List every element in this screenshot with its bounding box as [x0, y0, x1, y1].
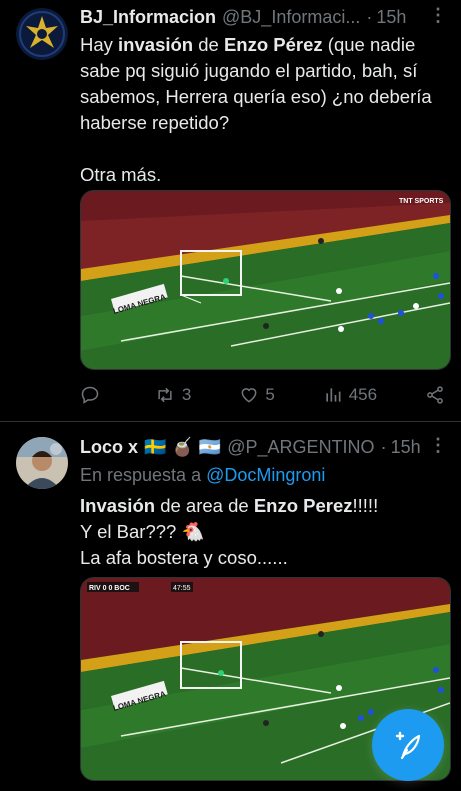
separator: · [380, 436, 387, 457]
avatar[interactable] [16, 8, 68, 60]
share-icon [427, 386, 443, 404]
timestamp[interactable]: 15h [376, 7, 406, 28]
tweet-media-image[interactable]: LOMA NEGRA TNT SPORTS [80, 190, 451, 370]
tweet-text: Hay invasión de Enzo Pérez (que nadie sa… [80, 32, 445, 188]
tweet-text-line3: La afa bostera y coso...... [80, 547, 288, 568]
tweet-text-line2: Otra más. [80, 164, 162, 185]
retweet-button[interactable]: 3 [154, 385, 191, 405]
reply-icon [81, 386, 99, 404]
views-icon [326, 388, 341, 402]
svg-text:47:55: 47:55 [173, 585, 191, 592]
handle[interactable]: @P_ARGENTINO [227, 437, 374, 458]
retweet-icon [158, 387, 172, 403]
tweet-1[interactable]: BJ_Informacion @BJ_Informaci... · 15h ⋮ … [0, 0, 461, 421]
more-options-icon[interactable]: ⋮ [429, 5, 447, 26]
timestamp[interactable]: 15h [391, 437, 421, 458]
tweet-text-line2: Y el Bar??? 🐔 [80, 521, 205, 542]
name-emojis: 🇸🇪 🧉 🇦🇷 [144, 436, 222, 457]
views-button[interactable]: 456 [323, 385, 377, 405]
retweet-count: 3 [181, 385, 192, 404]
heart-icon [241, 388, 257, 403]
svg-text:RIV 0 0 BOC: RIV 0 0 BOC [89, 585, 130, 592]
svg-text:TNT SPORTS: TNT SPORTS [399, 198, 444, 205]
reply-context: En respuesta a @DocMingroni [80, 465, 326, 485]
reply-button[interactable] [80, 385, 106, 405]
tweet-header: Loco x 🇸🇪 🧉 🇦🇷 @P_ARGENTINO · 15h [80, 434, 447, 460]
feather-plus-icon [395, 731, 421, 760]
display-name[interactable]: BJ_Informacion [80, 7, 216, 28]
handle[interactable]: @BJ_Informaci... [222, 7, 360, 28]
share-button[interactable] [425, 385, 445, 405]
separator: · [366, 6, 373, 27]
tweet-text: Invasión de area de Enzo Perez!!!!! Y el… [80, 493, 445, 571]
like-count: 5 [265, 385, 275, 404]
tweet-actions: 3 5 456 [80, 380, 445, 410]
more-options-icon[interactable]: ⋮ [429, 435, 447, 456]
avatar[interactable] [16, 437, 68, 489]
like-button[interactable]: 5 [239, 385, 275, 405]
reply-mention-link[interactable]: @DocMingroni [206, 465, 325, 485]
display-name[interactable]: Loco x [80, 437, 138, 458]
compose-post-button[interactable] [372, 709, 444, 781]
tweet-header: BJ_Informacion @BJ_Informaci... · 15h [80, 4, 447, 30]
views-count: 456 [348, 385, 378, 404]
